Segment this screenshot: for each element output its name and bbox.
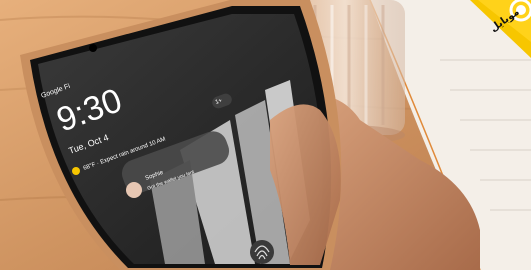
- photo: Google Fi 9:30 Tue, Oct 4 68°F · Expect …: [0, 0, 531, 270]
- sender-avatar: [126, 182, 142, 198]
- weather-icon: [72, 167, 80, 175]
- photo-scene: Google Fi 9:30 Tue, Oct 4 68°F · Expect …: [0, 0, 531, 270]
- fingerprint-icon[interactable]: [250, 240, 274, 264]
- front-camera: [89, 44, 97, 52]
